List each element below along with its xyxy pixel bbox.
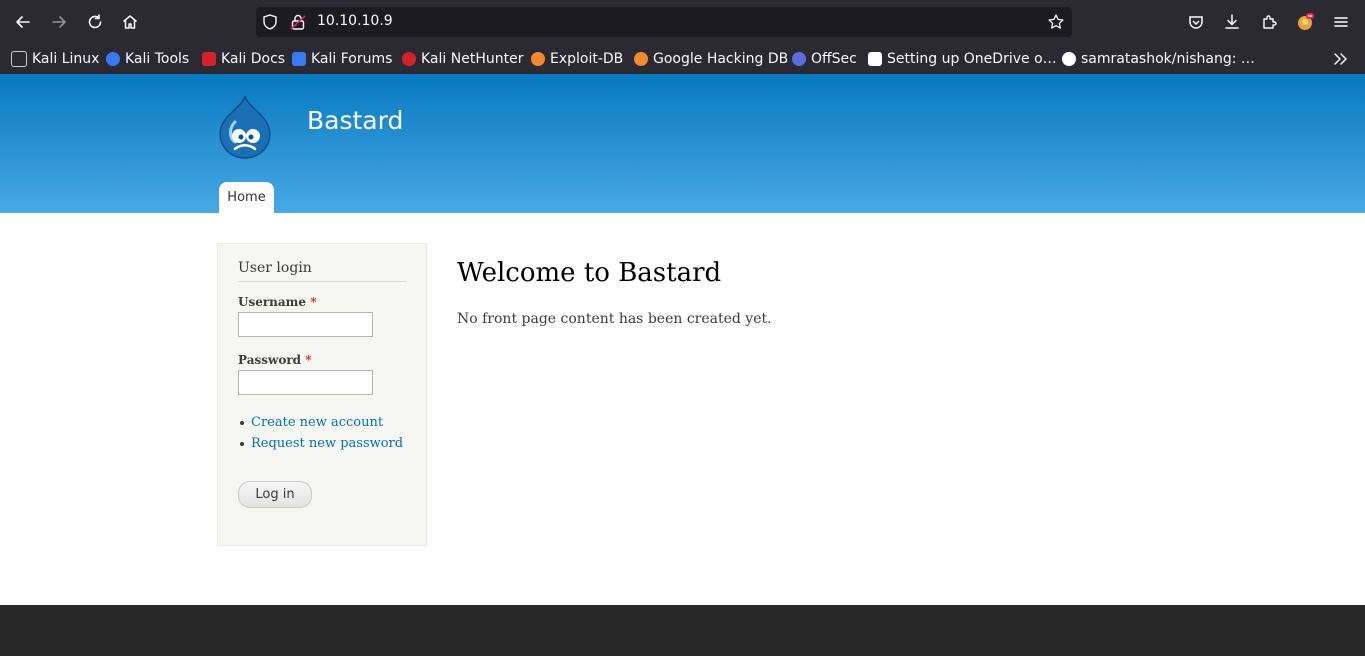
bookmark-label: samratashok/nishang: …: [1081, 51, 1255, 67]
insecure-lock-icon[interactable]: [289, 13, 307, 31]
bookmarks-bar: Kali Linux Kali Tools Kali Docs Kali For…: [0, 44, 1365, 74]
username-label-text: Username: [238, 295, 307, 309]
pocket-icon: [1189, 16, 1203, 29]
more-bookmarks-button[interactable]: [1330, 45, 1350, 73]
bookmark-label: Kali Docs: [221, 51, 286, 67]
browser-toolbar: 10.10.10.9: [0, 0, 1365, 44]
offsec-icon: [792, 52, 806, 66]
drupal-logo-icon[interactable]: [215, 94, 275, 160]
bookmark-google-hacking-db[interactable]: Google Hacking DB: [634, 49, 788, 69]
bookmark-exploit-db[interactable]: Exploit-DB: [531, 49, 623, 69]
bookmark-star-icon[interactable]: [1047, 13, 1065, 31]
account-button[interactable]: [1291, 8, 1319, 36]
reload-icon: [88, 14, 102, 29]
create-account-link[interactable]: Create new account: [251, 415, 383, 430]
log-in-button[interactable]: Log in: [238, 481, 312, 508]
password-input[interactable]: [238, 370, 373, 395]
request-password-link[interactable]: Request new password: [251, 436, 403, 451]
bookmark-label: Google Hacking DB: [653, 51, 789, 67]
kali-forums-icon: [292, 52, 306, 66]
password-label-text: Password: [238, 353, 302, 367]
bookmark-label: Kali Forums: [311, 51, 393, 67]
bookmark-kali-nethunter[interactable]: Kali NetHunter: [402, 49, 523, 69]
hamburger-menu-icon: [1334, 17, 1348, 27]
home-icon: [123, 15, 137, 29]
password-label: Password *: [238, 353, 312, 367]
page-title: Welcome to Bastard: [457, 258, 722, 288]
back-arrow-icon: [16, 16, 30, 28]
site-footer: [0, 605, 1365, 656]
home-button[interactable]: [116, 8, 144, 36]
required-marker: *: [305, 353, 312, 367]
bookmark-kali-linux[interactable]: Kali Linux: [11, 49, 99, 69]
forward-button[interactable]: [45, 8, 73, 36]
site-header: Bastard Home: [0, 74, 1365, 213]
github-icon: [1062, 52, 1076, 66]
shield-icon[interactable]: [261, 13, 279, 31]
bookmark-label: Setting up OneDrive o…: [887, 51, 1057, 67]
double-chevron-icon: [1334, 53, 1347, 65]
bookmark-kali-docs[interactable]: Kali Docs: [202, 49, 285, 69]
kali-docs-icon: [202, 52, 216, 66]
tab-home[interactable]: Home: [219, 182, 274, 213]
bookmark-offsec[interactable]: OffSec: [792, 49, 857, 69]
back-button[interactable]: [9, 8, 37, 36]
block-title: User login: [238, 260, 406, 282]
bookmark-kali-tools[interactable]: Kali Tools: [106, 49, 189, 69]
kali-dragon-icon: [11, 51, 27, 67]
page-body-text: No front page content has been created y…: [457, 311, 772, 327]
puzzle-icon: [1263, 15, 1277, 29]
username-input[interactable]: [238, 312, 373, 337]
kali-tools-icon: [106, 52, 120, 66]
ghdb-icon: [634, 52, 648, 66]
bookmark-onedrive[interactable]: Setting up OneDrive o…: [868, 49, 1057, 69]
download-icon: [1225, 14, 1239, 29]
bullet-icon: [240, 420, 244, 425]
bookmark-label: OffSec: [811, 51, 857, 67]
bookmark-label: Kali Tools: [125, 51, 190, 67]
bookmark-label: Kali Linux: [32, 51, 100, 67]
bookmark-label: Exploit-DB: [550, 51, 624, 67]
exploit-db-icon: [531, 52, 545, 66]
reload-button[interactable]: [81, 8, 109, 36]
required-marker: *: [310, 295, 317, 309]
nethunter-icon: [402, 52, 416, 66]
bookmark-nishang[interactable]: samratashok/nishang: …: [1062, 49, 1255, 69]
site-name-link[interactable]: Bastard: [307, 106, 403, 135]
list-item: Create new account: [240, 415, 383, 430]
url-text[interactable]: 10.10.10.9: [317, 13, 393, 29]
username-label: Username *: [238, 295, 316, 309]
page-icon: [868, 52, 882, 66]
pocket-button[interactable]: [1182, 8, 1210, 36]
user-login-block: User login Username * Password * Create …: [217, 243, 427, 546]
extensions-button[interactable]: [1255, 8, 1283, 36]
forward-arrow-icon: [52, 16, 66, 28]
list-item: Request new password: [240, 436, 403, 451]
bookmark-label: Kali NetHunter: [421, 51, 524, 67]
url-bar[interactable]: 10.10.10.9: [256, 7, 1072, 37]
avatar-icon: [1298, 13, 1314, 30]
menu-button[interactable]: [1327, 8, 1355, 36]
downloads-button[interactable]: [1218, 8, 1246, 36]
bookmark-kali-forums[interactable]: Kali Forums: [292, 49, 392, 69]
bullet-icon: [240, 441, 244, 446]
